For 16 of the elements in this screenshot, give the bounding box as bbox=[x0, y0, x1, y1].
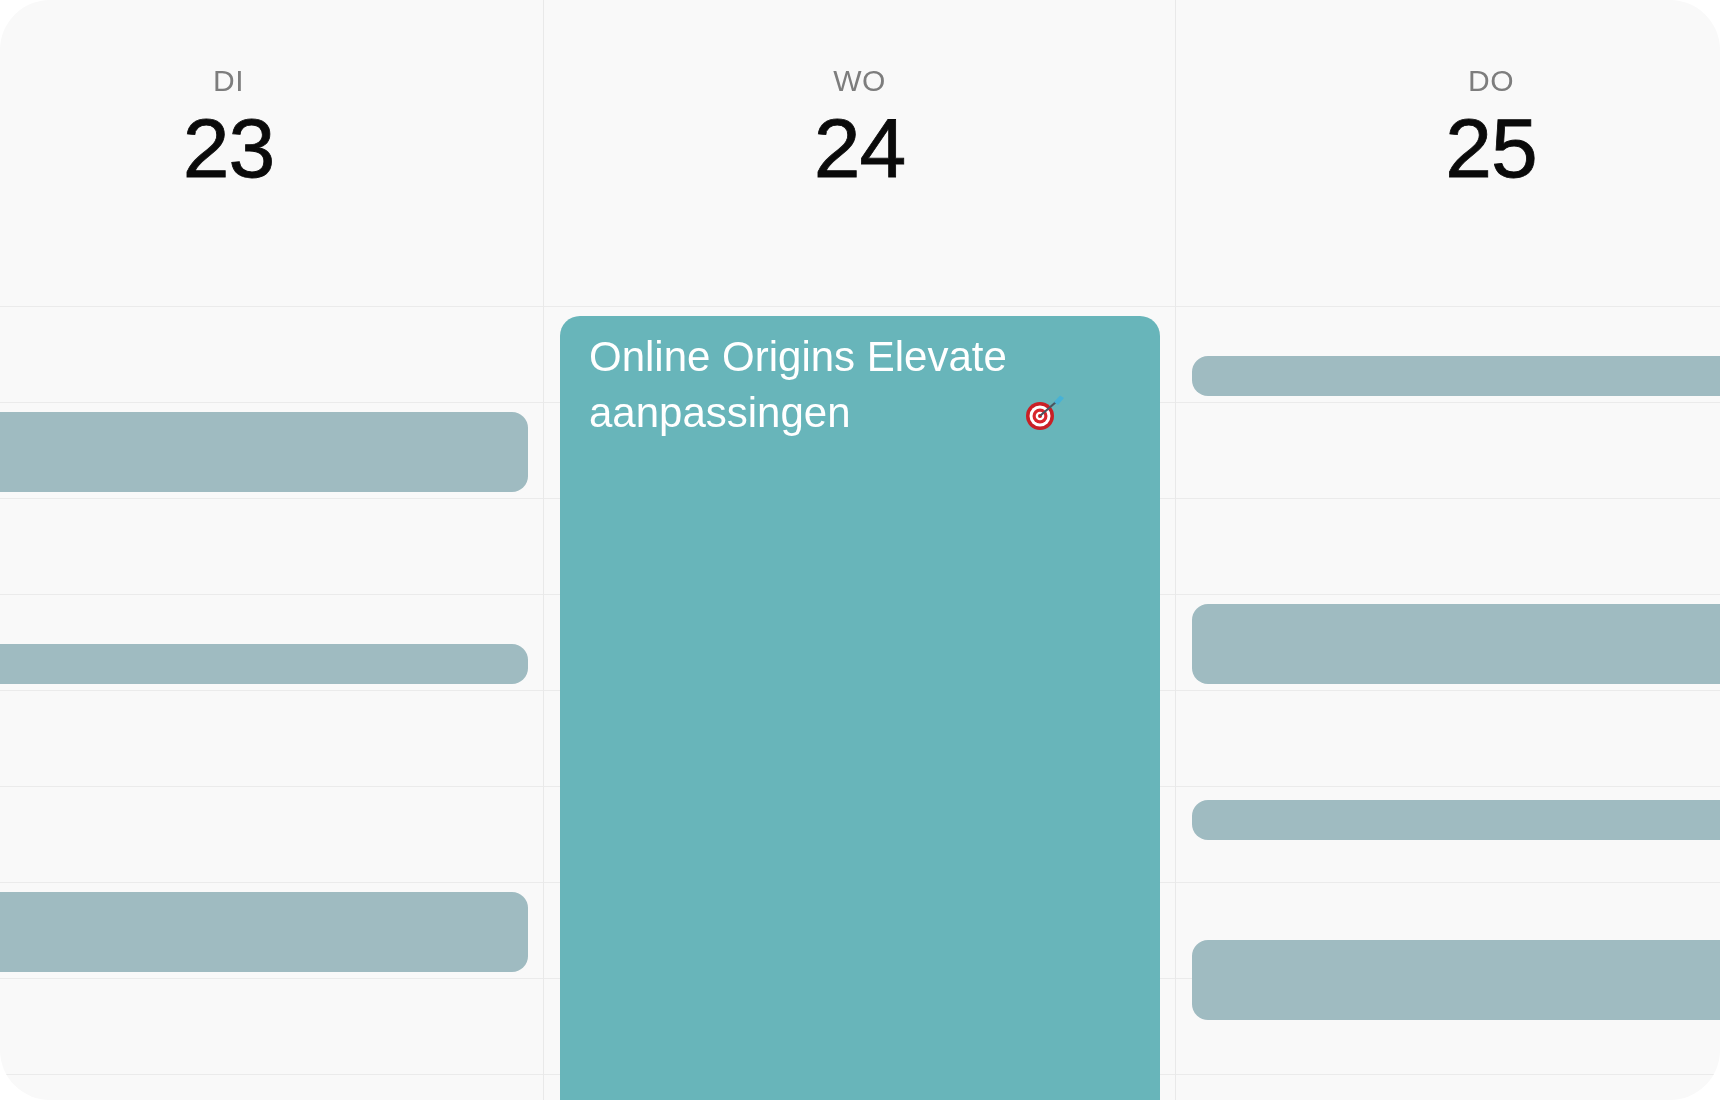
event-block[interactable] bbox=[0, 412, 528, 492]
dartboard-icon bbox=[1025, 395, 1065, 431]
event-block[interactable] bbox=[1192, 604, 1720, 684]
weekday-label: DO bbox=[1468, 63, 1514, 99]
weekday-label: WO bbox=[833, 63, 886, 99]
date-number: 24 bbox=[813, 106, 906, 190]
event-title: Online Origins Elevate aanpassingen bbox=[589, 332, 1008, 438]
event-block[interactable] bbox=[0, 892, 528, 972]
date-number: 25 bbox=[1445, 106, 1537, 190]
date-number: 23 bbox=[182, 106, 275, 190]
event-card[interactable]: Online Origins Elevate aanpassingen bbox=[560, 316, 1160, 1100]
event-block[interactable] bbox=[1192, 800, 1720, 840]
event-block[interactable] bbox=[0, 644, 528, 684]
weekday-label: DI bbox=[213, 63, 244, 99]
event-block[interactable] bbox=[1192, 356, 1720, 396]
event-block[interactable] bbox=[1192, 940, 1720, 1020]
